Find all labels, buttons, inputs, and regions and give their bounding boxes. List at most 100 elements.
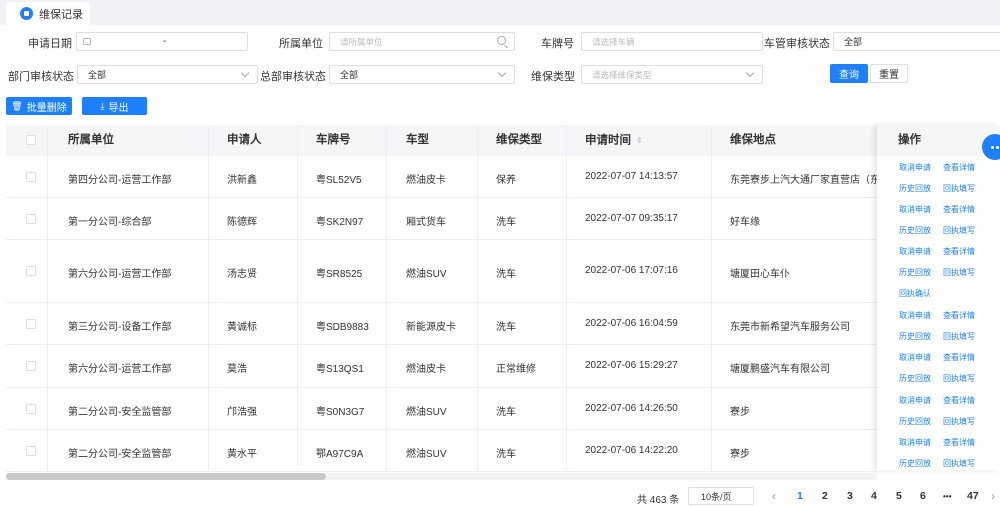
type-select[interactable]: 请选择维保类型 [581,65,763,84]
table-row[interactable]: 第六分公司-运营工作部 莫浩 粤S13QS1 燃油皮卡 正常维修 2022-07… [6,345,1000,388]
cell-time: 2022-07-06 15:29:27 [585,360,678,371]
download-icon: ⤓ [100,100,105,111]
cancel-request-link[interactable]: 取消申请 [899,437,931,448]
page-47[interactable]: 47 [967,490,979,502]
chevron-down-icon [745,68,755,78]
cancel-request-link[interactable]: 取消申请 [899,246,931,257]
page-5[interactable]: 5 [896,490,902,502]
apply-date-label: 申请日期 [28,38,72,50]
row-checkbox[interactable] [26,361,36,371]
history-playback-link[interactable]: 历史回放 [899,416,931,427]
cell-plate: 粤SK2N97 [316,217,364,228]
cell-model: 厢式货车 [406,217,446,228]
history-playback-link[interactable]: 历史回放 [899,183,931,194]
cancel-request-link[interactable]: 取消申请 [899,162,931,173]
sort-icon[interactable]: ⇕ [636,125,643,156]
search-icon[interactable] [497,36,506,45]
row-checkbox[interactable] [26,214,36,224]
table-row[interactable]: 第四分公司-运营工作部 洪新鑫 粤SL52V5 燃油皮卡 保养 2022-07-… [6,156,1000,198]
cell-unit: 第一分公司-综合部 [68,217,152,228]
col-model: 车型 [406,134,429,146]
row-checkbox[interactable] [26,446,36,456]
page-3[interactable]: 3 [847,490,853,502]
export-button[interactable]: ⤓ 导出 [82,97,147,115]
table-row[interactable]: 第二分公司-安全监管部 邝浩强 粤S0N3G7 燃油SUV 洗车 2022-07… [6,388,1000,430]
plate-input[interactable]: 请选择车辆 [581,32,763,51]
cell-plate: 粤SR8525 [316,269,363,280]
cell-applicant: 洪新鑫 [227,175,257,186]
history-playback-link[interactable]: 历史回放 [899,373,931,384]
col-applicant: 申请人 [227,134,262,146]
history-playback-link[interactable]: 历史回放 [899,267,931,278]
fleet-status-label: 车管审核状态 [764,38,830,50]
view-details-link[interactable]: 查看详情 [943,162,975,173]
table-row[interactable]: 第一分公司-综合部 陈德辉 粤SK2N97 厢式货车 洗车 2022-07-07… [6,198,1000,240]
select-all-checkbox[interactable] [26,135,36,145]
type-placeholder: 请选择维保类型 [592,69,652,80]
row-checkbox[interactable] [26,319,36,329]
table-row[interactable]: 第三分公司-设备工作部 黄诚标 粤SDB9883 新能源皮卡 洗车 2022-0… [6,303,1000,345]
unit-input[interactable]: 请所属单位 [329,32,515,51]
query-button[interactable]: 查询 [830,64,868,83]
row-checkbox[interactable] [26,266,36,276]
horizontal-scrollbar-thumb[interactable] [6,473,326,480]
cell-unit: 第六分公司-运营工作部 [68,269,172,280]
cell-model: 新能源皮卡 [406,322,456,333]
col-time-header[interactable]: 申请时间 ⇕ [585,125,643,156]
cell-applicant: 陈德辉 [227,217,257,228]
page-4[interactable]: 4 [871,490,877,502]
receipt-fill-link[interactable]: 回执填写 [943,331,975,342]
trash-icon: 🗑 [11,100,23,111]
cell-applicant: 黄水平 [227,449,257,460]
view-details-link[interactable]: 查看详情 [943,246,975,257]
receipt-fill-link[interactable]: 回执填写 [943,416,975,427]
col-time: 申请时间 [585,134,631,147]
receipt-fill-link[interactable]: 回执填写 [943,458,975,469]
unit-placeholder: 请所属单位 [340,36,383,47]
reset-button[interactable]: 重置 [870,64,908,83]
cancel-request-link[interactable]: 取消申请 [899,204,931,215]
page-1[interactable]: 1 [797,490,803,502]
cell-type: 洗车 [496,217,516,228]
tab-maintenance-records[interactable]: 维保记录 [6,2,90,25]
apply-date-range-input[interactable]: - [76,32,248,51]
col-unit: 所属单位 [68,134,114,146]
fleet-status-value: 全部 [844,37,863,47]
history-playback-link[interactable]: 历史回放 [899,331,931,342]
receipt-confirm-link[interactable]: 回执确认 [899,288,931,299]
app-icon [20,7,33,20]
row-checkbox[interactable] [26,172,36,182]
cancel-request-link[interactable]: 取消申请 [899,310,931,321]
view-details-link[interactable]: 查看详情 [943,437,975,448]
prev-page-button[interactable]: ‹ [772,489,776,503]
table-row[interactable]: 第二分公司-安全监管部 黄水平 鄂A97C9A 燃油SUV 洗车 2022-07… [6,430,1000,472]
receipt-fill-link[interactable]: 回执填写 [943,373,975,384]
view-details-link[interactable]: 查看详情 [943,204,975,215]
history-playback-link[interactable]: 历史回放 [899,458,931,469]
col-location: 维保地点 [730,134,776,146]
cell-time: 2022-07-06 14:22:20 [585,445,678,456]
page-6[interactable]: 6 [920,490,926,502]
dept-status-select[interactable]: 全部 [77,65,258,84]
cancel-request-link[interactable]: 取消申请 [899,395,931,406]
cancel-request-link[interactable]: 取消申请 [899,352,931,363]
view-details-link[interactable]: 查看详情 [943,395,975,406]
receipt-fill-link[interactable]: 回执填写 [943,225,975,236]
view-details-link[interactable]: 查看详情 [943,310,975,321]
page-ellipsis[interactable]: ••• [943,492,951,501]
batch-delete-button[interactable]: 🗑 批量删除 [6,97,72,115]
next-page-button[interactable]: › [991,489,995,503]
page-size-select[interactable]: 10条/页 [688,487,754,505]
hq-status-select[interactable]: 全部 [329,65,515,84]
row-checkbox[interactable] [26,404,36,414]
table-row[interactable]: 第六分公司-运营工作部 汤志贤 粤SR8525 燃油SUV 洗车 2022-07… [6,240,1000,303]
receipt-fill-link[interactable]: 回执填写 [943,267,975,278]
page-2[interactable]: 2 [822,490,828,502]
receipt-fill-link[interactable]: 回执填写 [943,183,975,194]
cell-model: 燃油SUV [406,269,447,280]
cell-applicant: 莫浩 [227,364,247,375]
history-playback-link[interactable]: 历史回放 [899,225,931,236]
view-details-link[interactable]: 查看详情 [943,352,975,363]
fleet-status-select[interactable]: 全部 [833,32,1000,51]
cell-location: 东莞寮步上汽大通厂家直营店（东莞 [730,175,877,186]
